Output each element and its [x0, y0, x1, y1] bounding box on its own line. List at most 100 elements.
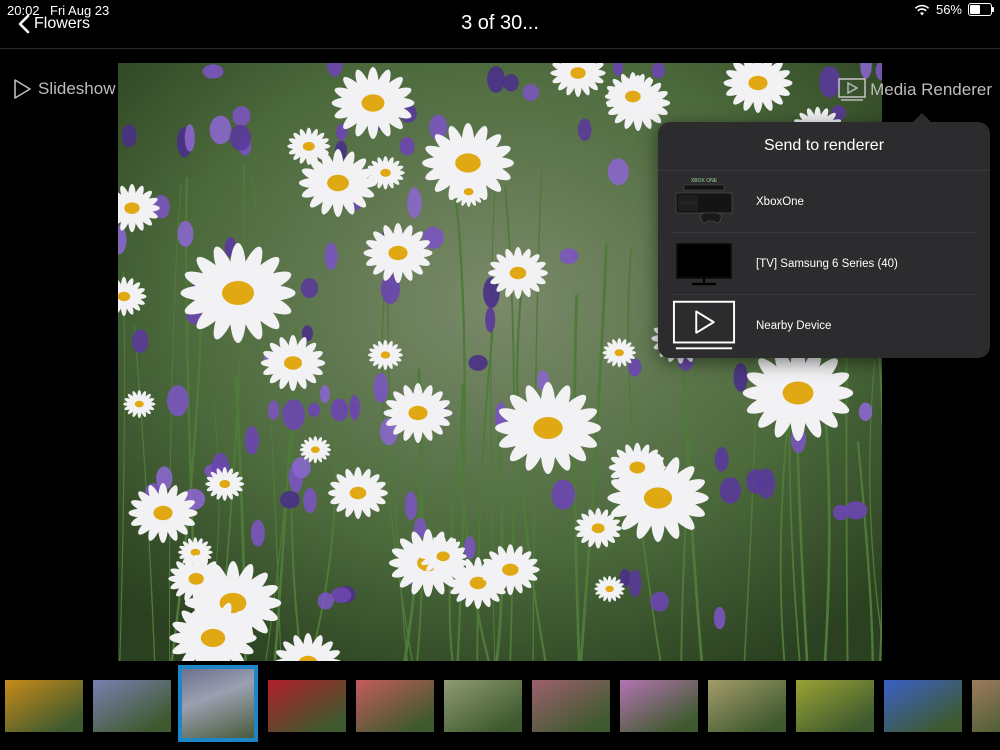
- slideshow-button[interactable]: Slideshow: [12, 78, 116, 100]
- lupin-petal: [628, 569, 642, 598]
- daisy-flower: [168, 554, 224, 604]
- daisy-flower: [260, 334, 326, 392]
- media-renderer-button[interactable]: Media Renderer: [838, 78, 992, 102]
- lupin-petal: [232, 106, 251, 127]
- lupin-petal: [177, 220, 194, 247]
- lupin-petal: [167, 385, 189, 417]
- daisy-flower: [363, 223, 433, 283]
- lupin-petal: [373, 372, 389, 403]
- play-icon: [14, 79, 31, 99]
- daisy-flower: [205, 467, 245, 501]
- lupin-petal: [229, 124, 252, 151]
- thumbnail-strip[interactable]: [0, 662, 1000, 750]
- popover-title: Send to renderer: [658, 122, 990, 171]
- daisy-flower: [123, 390, 156, 418]
- daisy-flower: [180, 243, 296, 343]
- lupin-petal: [714, 447, 729, 472]
- send-to-renderer-popover: Send to renderer XBOX ONE XboxOne [TV] S…: [658, 113, 990, 358]
- page-title: 3 of 30...: [461, 12, 539, 34]
- daisy-flower: [383, 383, 453, 443]
- thumbnail[interactable]: [93, 680, 171, 732]
- lupin-petal: [184, 124, 195, 152]
- lupin-petal: [324, 242, 338, 270]
- lupin-petal: [202, 64, 224, 79]
- lupin-petal: [300, 278, 319, 299]
- lupin-petal: [713, 606, 726, 630]
- lupin-petal: [308, 402, 321, 418]
- lupin-petal: [407, 187, 422, 219]
- media-renderer-label: Media Renderer: [870, 80, 992, 99]
- lupin-petal: [330, 398, 349, 422]
- lupin-petal: [404, 491, 418, 520]
- lupin-petal: [578, 118, 592, 141]
- thumbnail[interactable]: [796, 680, 874, 732]
- daisy-flower: [742, 345, 854, 441]
- lupin-petal: [279, 491, 300, 509]
- daisy-flower: [451, 176, 487, 207]
- lupin-petal: [250, 519, 265, 547]
- lupin-petal: [551, 479, 576, 510]
- lupin-petal: [330, 587, 352, 603]
- daisy-flower: [331, 67, 415, 139]
- lupin-petal: [292, 457, 311, 479]
- lupin-petal: [651, 63, 665, 79]
- lupin-petal: [209, 115, 232, 145]
- lupin-petal: [267, 400, 280, 421]
- lupin-petal: [349, 395, 361, 421]
- thumbnail[interactable]: [356, 680, 434, 732]
- lupin-petal: [607, 158, 629, 186]
- lupin-petal: [468, 355, 488, 371]
- thumbnail[interactable]: [532, 680, 610, 732]
- lupin-petal: [487, 66, 505, 93]
- lupin-petal: [746, 469, 766, 494]
- lupin-petal: [282, 399, 305, 431]
- daisy-flower: [602, 338, 636, 368]
- lupin-petal: [522, 84, 539, 101]
- lupin-petal: [132, 329, 149, 354]
- daisy-flower: [287, 127, 331, 165]
- lupin-petal: [650, 591, 669, 612]
- daisy-flower: [328, 466, 388, 520]
- thumbnail[interactable]: [620, 680, 698, 732]
- daisy-flower: [495, 381, 601, 475]
- nav-bar: Flowers 3 of 30...: [0, 10, 1000, 46]
- daisy-flower: [604, 72, 661, 121]
- thumbnail[interactable]: [268, 680, 346, 732]
- slideshow-label: Slideshow: [38, 79, 116, 98]
- lupin-petal: [858, 402, 873, 421]
- renderer-item-nearby-device[interactable]: Nearby Device: [658, 295, 990, 357]
- lupin-petal: [399, 137, 415, 156]
- renderer-label: [TV] Samsung 6 Series (40): [756, 258, 898, 270]
- thumbnail[interactable]: [444, 680, 522, 732]
- daisy-flower: [299, 436, 331, 464]
- daisy-flower: [368, 339, 403, 371]
- renderer-item-samsung-tv[interactable]: [TV] Samsung 6 Series (40): [658, 233, 990, 295]
- thumbnail[interactable]: [178, 665, 258, 742]
- daisy-flower: [481, 544, 540, 596]
- renderer-label: XboxOne: [756, 196, 804, 208]
- tv-icon: [672, 237, 736, 291]
- lupin-petal: [733, 363, 748, 392]
- xbox-console-icon: XBOX ONE: [672, 175, 736, 229]
- daisy-flower: [128, 483, 198, 543]
- daisy-flower: [419, 535, 467, 577]
- svg-text:XBOX ONE: XBOX ONE: [691, 178, 718, 184]
- lupin-petal: [121, 124, 137, 148]
- thumbnail[interactable]: [972, 680, 1000, 732]
- daisy-flower: [574, 507, 622, 549]
- renderer-item-xboxone[interactable]: XBOX ONE XboxOne: [658, 171, 990, 233]
- renderer-label: Nearby Device: [756, 320, 832, 332]
- lupin-petal: [317, 592, 334, 610]
- daisy-flower: [366, 156, 405, 190]
- thumbnail[interactable]: [5, 680, 83, 732]
- lupin-petal: [244, 426, 260, 455]
- play-screen-icon: [672, 299, 736, 353]
- thumbnail[interactable]: [708, 680, 786, 732]
- lupin-petal: [303, 488, 317, 513]
- lupin-petal: [844, 501, 868, 520]
- lupin-petal: [719, 477, 742, 504]
- thumbnail[interactable]: [884, 680, 962, 732]
- screen-play-icon: [838, 78, 866, 101]
- nav-divider: [0, 48, 1000, 49]
- daisy-flower: [608, 442, 666, 493]
